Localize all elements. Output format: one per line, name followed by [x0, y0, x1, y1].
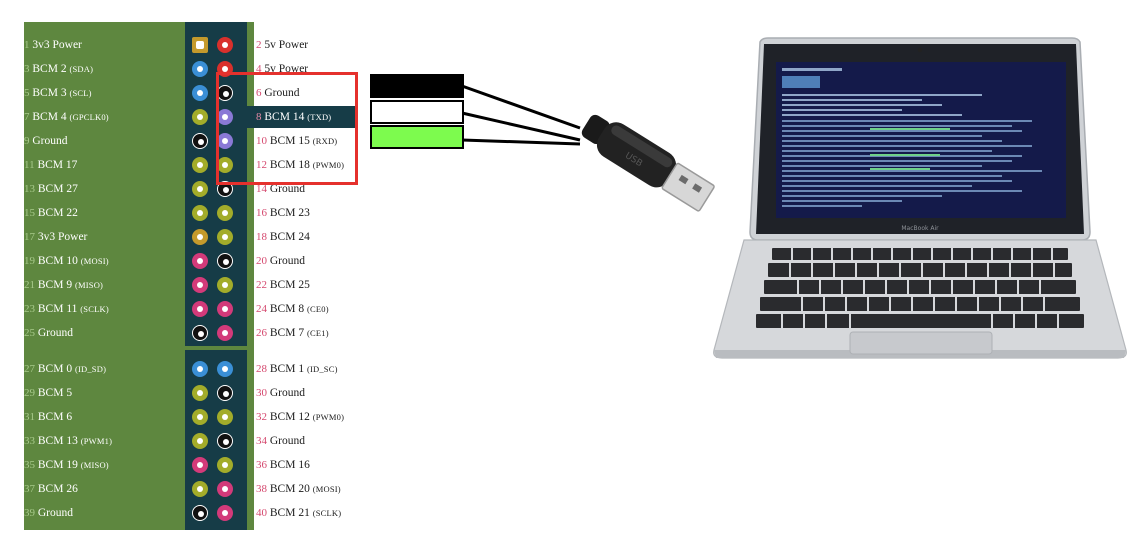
laptop-brand-label: MacBook Air	[901, 225, 939, 232]
wire-line-green	[461, 138, 581, 146]
wire-white	[370, 100, 464, 124]
laptop-keyboard	[756, 248, 1084, 328]
wire-green	[370, 125, 464, 149]
laptop-trackpad	[849, 331, 993, 355]
wire-line-white	[461, 111, 581, 142]
wire-line-black	[461, 84, 581, 130]
usb-serial-cable-icon: USB	[581, 114, 715, 212]
wire-black	[370, 74, 464, 98]
laptop-illustration: MacBook Air	[713, 37, 1127, 359]
camera-icon	[917, 47, 923, 53]
